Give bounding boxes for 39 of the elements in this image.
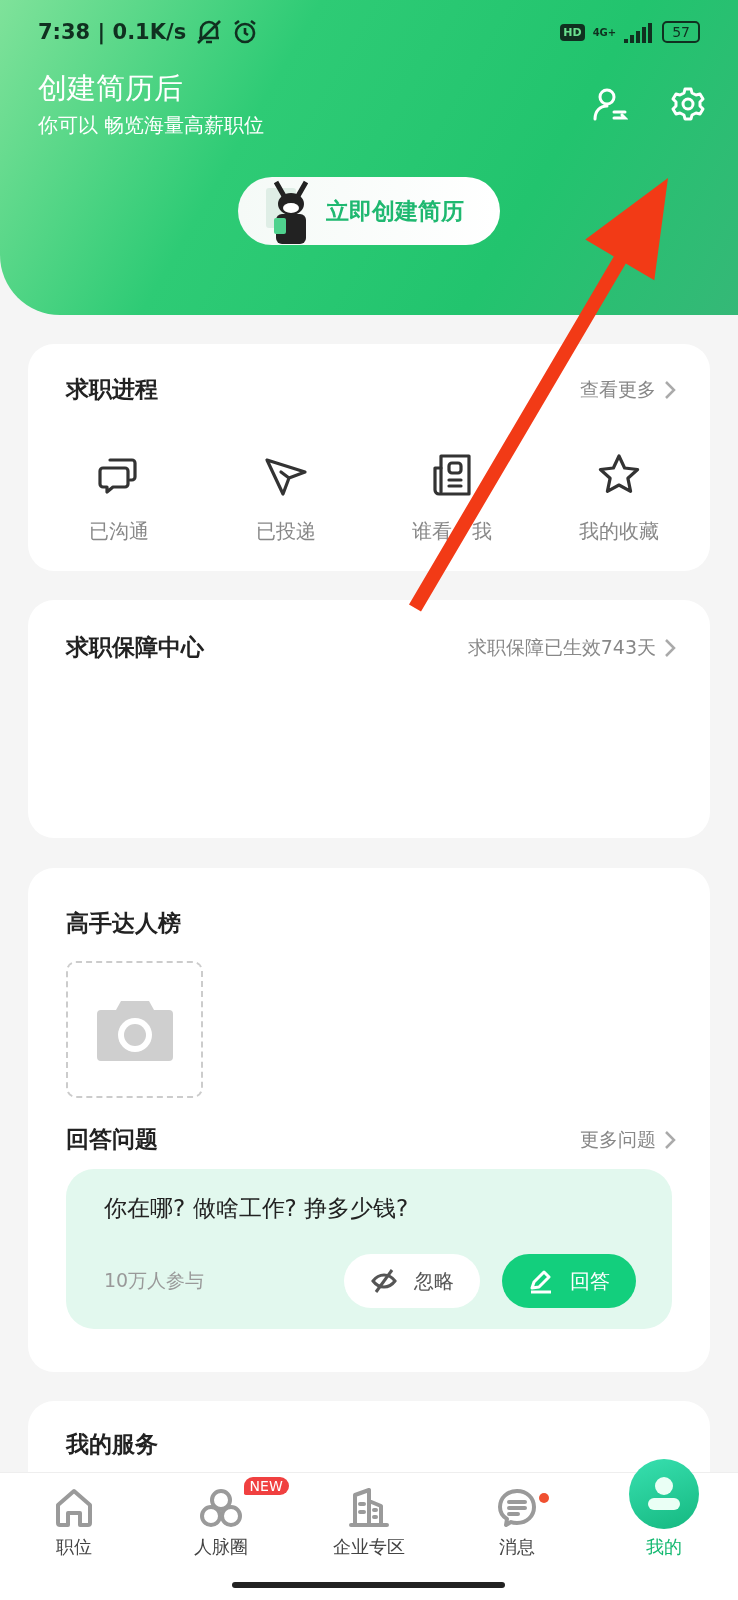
battery-level: 57 [662, 21, 700, 43]
progress-item[interactable]: 谁看 我 [369, 451, 536, 546]
nav-tab[interactable]: 我的 [590, 1459, 738, 1600]
nav-tab[interactable]: 职位 [0, 1473, 148, 1600]
question-text: 你在哪? 做啥工作? 挣多少钱? [104, 1194, 410, 1223]
new-badge: NEW [243, 1477, 289, 1495]
create-resume-button[interactable]: 立即创建简历 [238, 177, 500, 245]
card-title: 求职保障中心 [66, 633, 204, 662]
eye-slash-icon [370, 1267, 398, 1295]
signal-icon [624, 21, 655, 43]
header-subtitle: 你可以 畅览海量高薪职位 [38, 112, 265, 139]
see-more-link[interactable]: 查看更多 [580, 376, 676, 403]
header-title: 创建简历后 [38, 70, 184, 107]
chevron-right-icon [664, 637, 676, 658]
progress-item[interactable]: 已投递 [202, 451, 369, 546]
three-circles-icon [199, 1487, 244, 1529]
card-title: 求职进程 [66, 375, 158, 404]
chevron-right-icon [664, 1129, 676, 1150]
camera-icon [94, 998, 175, 1061]
nav-tab[interactable]: 消息 [442, 1473, 591, 1600]
pencil-icon [528, 1268, 554, 1294]
photo-placeholder[interactable] [66, 961, 203, 1098]
more-questions-link[interactable]: 更多问题 [580, 1126, 676, 1153]
card-title: 我的服务 [66, 1430, 158, 1459]
card-title: 高手达人榜 [66, 909, 181, 938]
ignore-button[interactable]: 忽略 [344, 1254, 480, 1308]
progress-item[interactable]: 已沟通 [36, 451, 203, 546]
card-title: 回答问题 [66, 1125, 158, 1154]
nav-tab[interactable]: 企业专区 [295, 1473, 443, 1600]
message-icon [495, 1487, 538, 1529]
participant-count: 10万人参与 [104, 1268, 205, 1293]
network-type: 4G+ [592, 26, 617, 38]
progress-item[interactable]: 我的收藏 [535, 451, 702, 546]
building-icon [347, 1487, 391, 1529]
chevron-right-icon [664, 379, 676, 400]
hd-badge: HD [560, 23, 585, 41]
status-time: 7:38 | 0.1K/s [38, 20, 187, 44]
guarantee-status-link[interactable]: 求职保障已生效743天 [467, 634, 676, 661]
answer-button[interactable]: 回答 [502, 1254, 636, 1308]
